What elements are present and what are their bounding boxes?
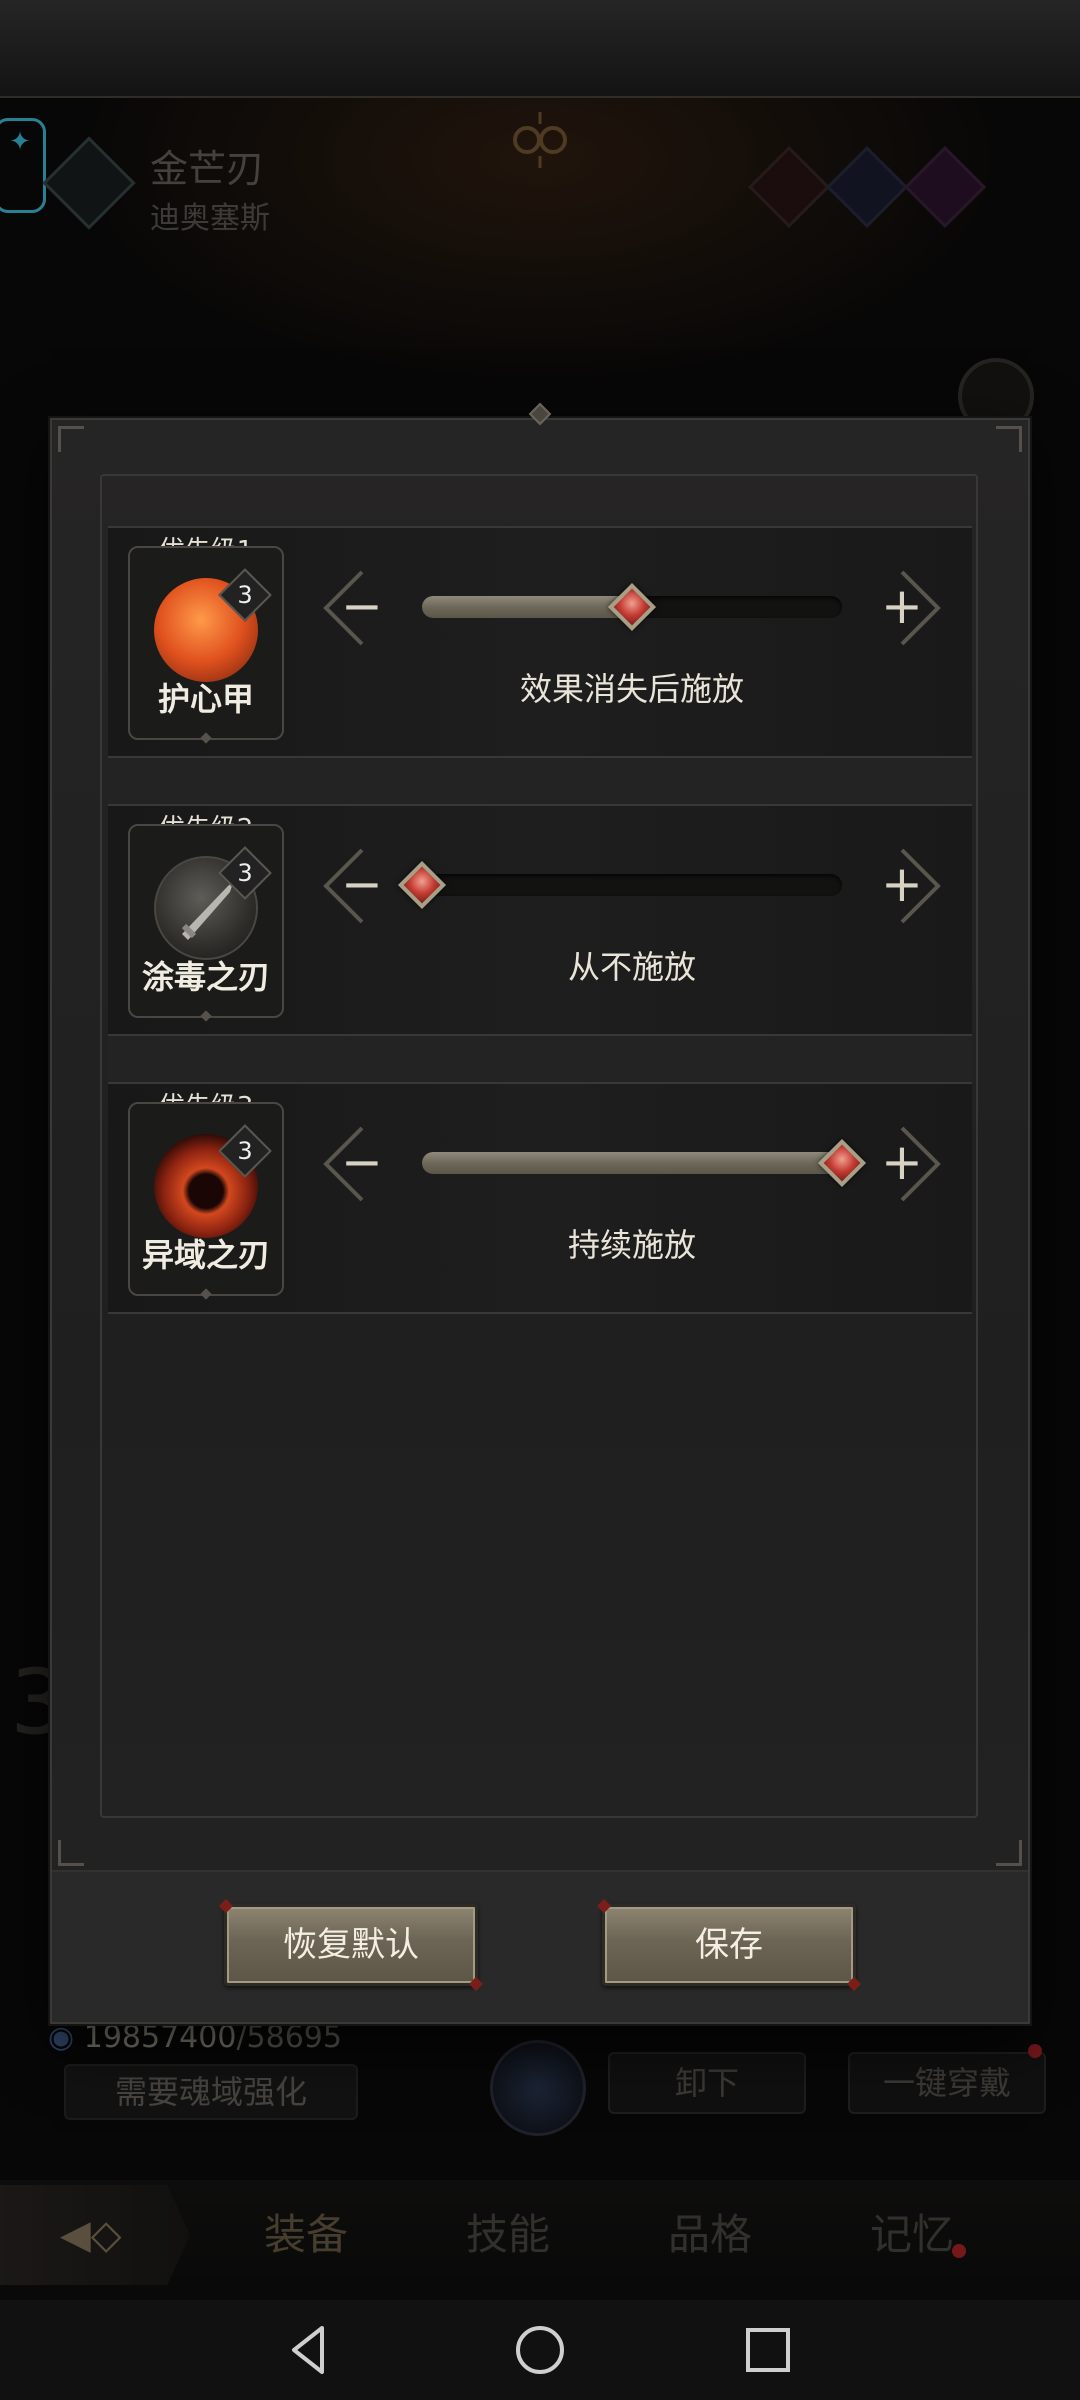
skill-name: 护心甲	[157, 680, 254, 718]
skill-level: 3	[237, 581, 253, 609]
frame-corner	[58, 1840, 84, 1866]
frame-corner	[58, 426, 84, 452]
reset-default-button[interactable]: 恢复默认	[218, 1898, 484, 1992]
slider-fill	[422, 596, 632, 618]
increase-button[interactable]: +	[852, 558, 952, 658]
cast-mode-slider[interactable]	[422, 874, 842, 896]
save-button[interactable]: 保存	[596, 1898, 862, 1992]
row-divider	[108, 758, 972, 806]
frame-corner	[996, 1840, 1022, 1866]
circle-home-icon[interactable]	[508, 2318, 572, 2382]
triangle-back-icon[interactable]	[278, 2318, 342, 2382]
cast-mode-text: 效果消失后施放	[519, 670, 744, 708]
save-label: 保存	[695, 1925, 763, 1965]
minus-icon: −	[341, 855, 383, 913]
minus-icon: −	[341, 1133, 383, 1191]
slider-fill	[422, 1152, 842, 1174]
skill-level: 3	[237, 1137, 253, 1165]
dialog-footer	[52, 1870, 1028, 2022]
cast-mode-text: 持续施放	[567, 1226, 696, 1264]
plus-icon: +	[881, 577, 923, 635]
decrease-button[interactable]: −	[312, 1114, 412, 1214]
cast-mode-text: 从不施放	[567, 948, 696, 986]
reset-default-label: 恢复默认	[283, 1925, 419, 1965]
increase-button[interactable]: +	[852, 1114, 952, 1214]
plus-icon: +	[881, 1133, 923, 1191]
increase-button[interactable]: +	[852, 836, 952, 936]
plus-icon: +	[881, 855, 923, 913]
row-divider	[108, 1036, 972, 1084]
cast-mode-slider[interactable]	[422, 1152, 842, 1174]
skill-name: 涂毒之刃	[141, 958, 270, 996]
frame-corner	[996, 426, 1022, 452]
skill-level: 3	[237, 859, 253, 887]
square-recent-icon[interactable]	[736, 2318, 800, 2382]
skill-name: 异域之刃	[141, 1236, 270, 1274]
decrease-button[interactable]: −	[312, 836, 412, 936]
minus-icon: −	[341, 577, 383, 635]
decrease-button[interactable]: −	[312, 558, 412, 658]
